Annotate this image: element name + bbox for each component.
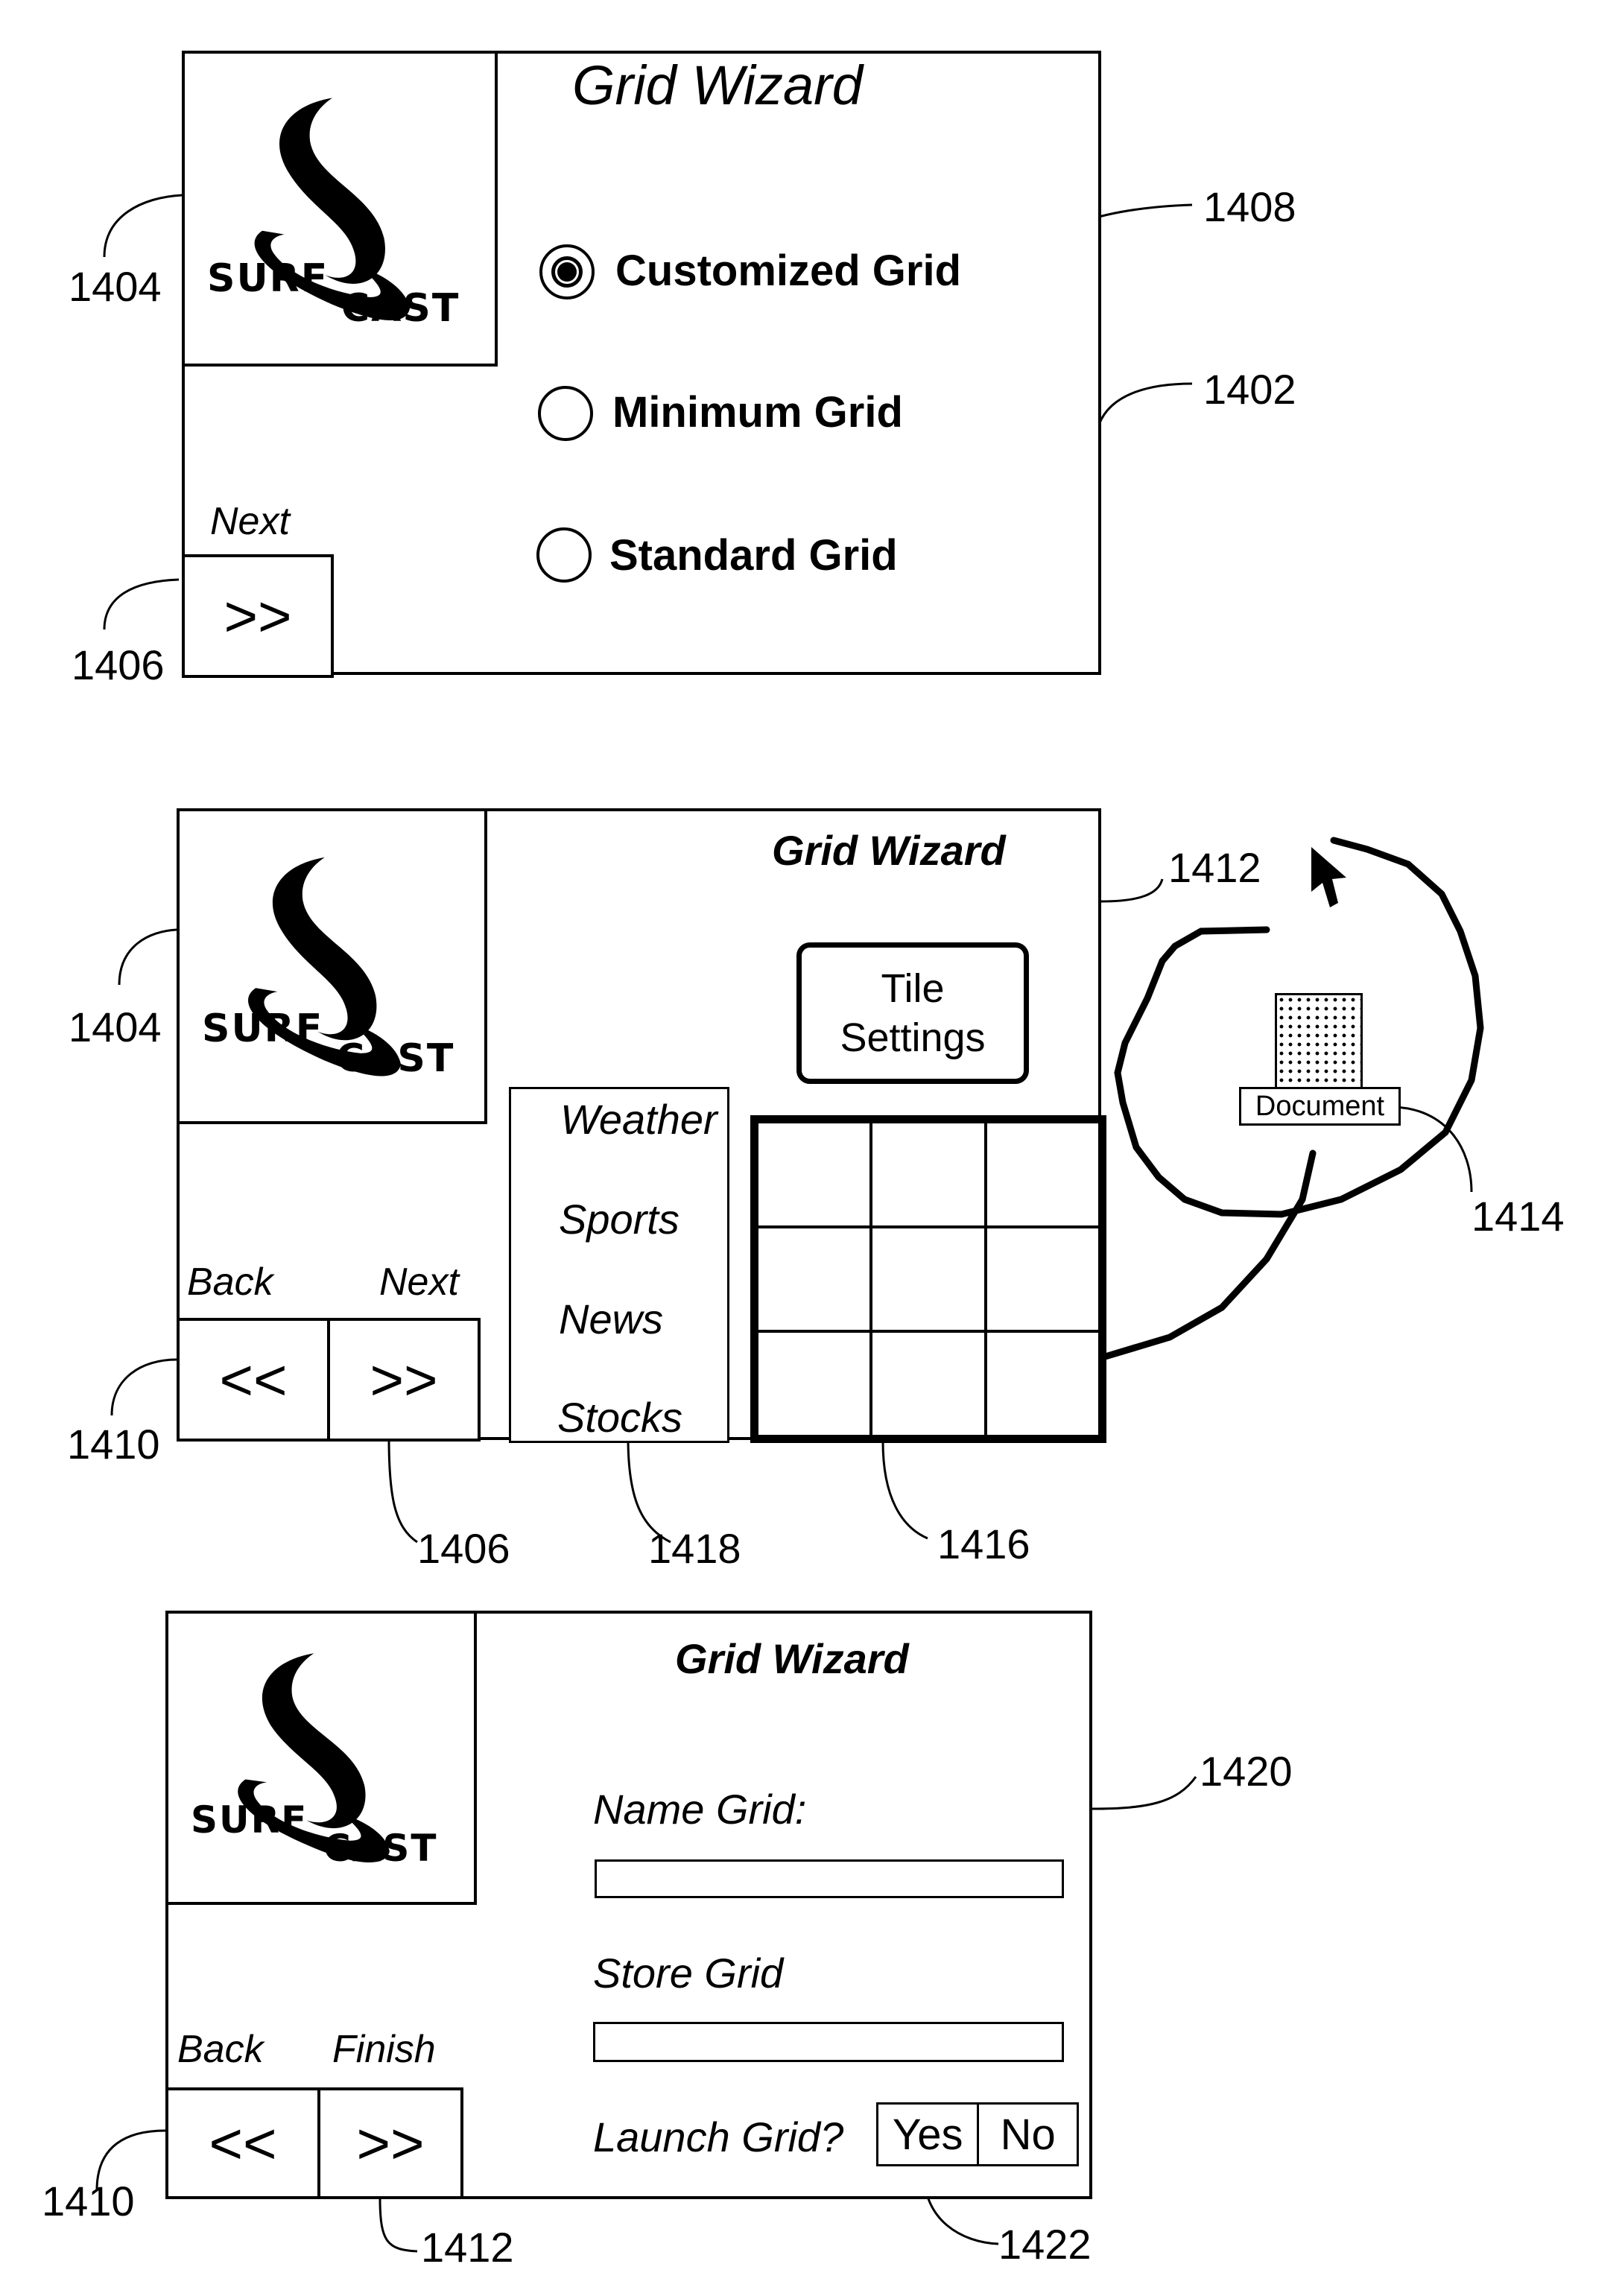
wizard-title: Grid Wizard — [675, 1635, 909, 1682]
list-item-weather[interactable]: Weather — [560, 1095, 717, 1144]
tile-settings-button[interactable]: Tile Settings — [796, 942, 1029, 1084]
ref-label-1406: 1406 — [72, 641, 165, 688]
grid-cell[interactable] — [985, 1331, 1100, 1436]
content-list[interactable]: Weather Sports News Stocks — [509, 1087, 729, 1443]
wizard-panel-1: SURF CAST Grid Wizard Customized Grid Mi… — [182, 51, 1101, 678]
ref-label-1404: 1404 — [69, 263, 162, 310]
list-item-news[interactable]: News — [559, 1295, 663, 1343]
ref-label-1402: 1402 — [1203, 366, 1296, 413]
wizard-title: Grid Wizard — [572, 54, 863, 116]
finish-label: Finish — [332, 2028, 436, 2071]
ref-label-1420: 1420 — [1200, 1748, 1293, 1795]
callout-1412-b — [378, 2197, 418, 2253]
launch-grid-toggle[interactable]: Yes No — [876, 2102, 1079, 2166]
grid-cell[interactable] — [757, 1122, 872, 1227]
ref-label-1422: 1422 — [998, 2221, 1092, 2268]
ref-label-1418: 1418 — [648, 1525, 741, 1572]
name-grid-label: Name Grid: — [593, 1786, 807, 1833]
ref-label-1412: 1412 — [1168, 844, 1261, 891]
callout-1402 — [1097, 382, 1193, 425]
next-label: Next — [210, 500, 290, 543]
callout-1404-a — [103, 194, 183, 258]
list-item-stocks[interactable]: Stocks — [557, 1393, 682, 1442]
callout-1420 — [1092, 1776, 1197, 1810]
next-button[interactable]: >> — [327, 1318, 481, 1442]
logo-word-cast: CAST — [336, 1036, 455, 1081]
back-button[interactable]: << — [165, 2087, 320, 2199]
logo-word-cast: CAST — [323, 1827, 438, 1870]
grid-cell[interactable] — [871, 1226, 986, 1332]
logo-word-surf: SURF — [207, 256, 329, 301]
grid-cell[interactable] — [871, 1122, 986, 1227]
launch-grid-label: Launch Grid? — [593, 2113, 844, 2160]
ref-label-1408: 1408 — [1203, 183, 1296, 230]
radio-label-minimum-grid[interactable]: Minimum Grid — [612, 387, 903, 437]
next-label: Next — [379, 1260, 459, 1304]
ref-label-1412: 1412 — [421, 2224, 514, 2271]
document-icon[interactable] — [1275, 993, 1363, 1090]
radio-minimum-grid[interactable] — [538, 386, 593, 441]
document-label[interactable]: Document — [1239, 1087, 1401, 1126]
radio-label-customized-grid[interactable]: Customized Grid — [615, 246, 961, 296]
cursor-arrow-icon-2 — [1311, 847, 1346, 907]
ref-label-1416: 1416 — [937, 1520, 1030, 1567]
surfcast-logo: SURF CAST — [177, 808, 487, 1124]
callout-1404-b — [118, 928, 177, 986]
grid-cell[interactable] — [985, 1122, 1100, 1227]
ref-label-1410: 1410 — [42, 2178, 135, 2224]
back-label: Back — [187, 1260, 273, 1304]
callout-1412-a — [1100, 878, 1164, 903]
name-grid-input[interactable] — [595, 1859, 1064, 1898]
launch-no-button[interactable]: No — [979, 2105, 1077, 2164]
ref-label-1406: 1406 — [417, 1525, 510, 1572]
callout-1406-a — [103, 578, 180, 630]
radio-label-standard-grid[interactable]: Standard Grid — [609, 530, 898, 580]
grid-cell[interactable] — [871, 1331, 986, 1436]
callout-1406-b — [387, 1437, 418, 1544]
wizard-title: Grid Wizard — [772, 827, 1006, 874]
callout-1414 — [1393, 1106, 1473, 1193]
ref-label-1404: 1404 — [69, 1003, 162, 1050]
callout-1416 — [881, 1441, 928, 1540]
radio-customized-grid[interactable] — [539, 244, 595, 299]
ref-label-1410: 1410 — [67, 1421, 160, 1468]
store-grid-input[interactable] — [593, 2022, 1064, 2062]
radio-standard-grid[interactable] — [536, 527, 592, 583]
surfcast-logo: SURF CAST — [165, 1611, 477, 1905]
logo-word-cast: CAST — [341, 286, 460, 331]
list-item-sports[interactable]: Sports — [559, 1195, 679, 1243]
wizard-panel-2: SURF CAST Grid Wizard Tile Settings Weat… — [177, 808, 1106, 1443]
grid-cell[interactable] — [757, 1226, 872, 1332]
next-button[interactable]: >> — [182, 554, 334, 678]
grid-cell[interactable] — [757, 1331, 872, 1436]
ref-label-1414: 1414 — [1471, 1193, 1565, 1240]
logo-word-surf: SURF — [191, 1798, 308, 1842]
grid-cell[interactable] — [985, 1226, 1100, 1332]
surfcast-logo: SURF CAST — [182, 51, 498, 367]
wizard-panel-3: SURF CAST Grid Wizard Name Grid: Store G… — [165, 1611, 1092, 2199]
store-grid-label: Store Grid — [593, 1950, 784, 1997]
launch-yes-button[interactable]: Yes — [878, 2105, 980, 2164]
back-label: Back — [177, 2028, 264, 2071]
finish-button[interactable]: >> — [317, 2087, 463, 2199]
back-button[interactable]: << — [177, 1318, 330, 1442]
logo-word-surf: SURF — [202, 1006, 324, 1051]
tile-settings-line1: Tile — [881, 966, 945, 1011]
tile-settings-line2: Settings — [840, 1015, 986, 1060]
tile-grid[interactable] — [750, 1115, 1106, 1443]
callout-1410-a — [110, 1358, 177, 1416]
